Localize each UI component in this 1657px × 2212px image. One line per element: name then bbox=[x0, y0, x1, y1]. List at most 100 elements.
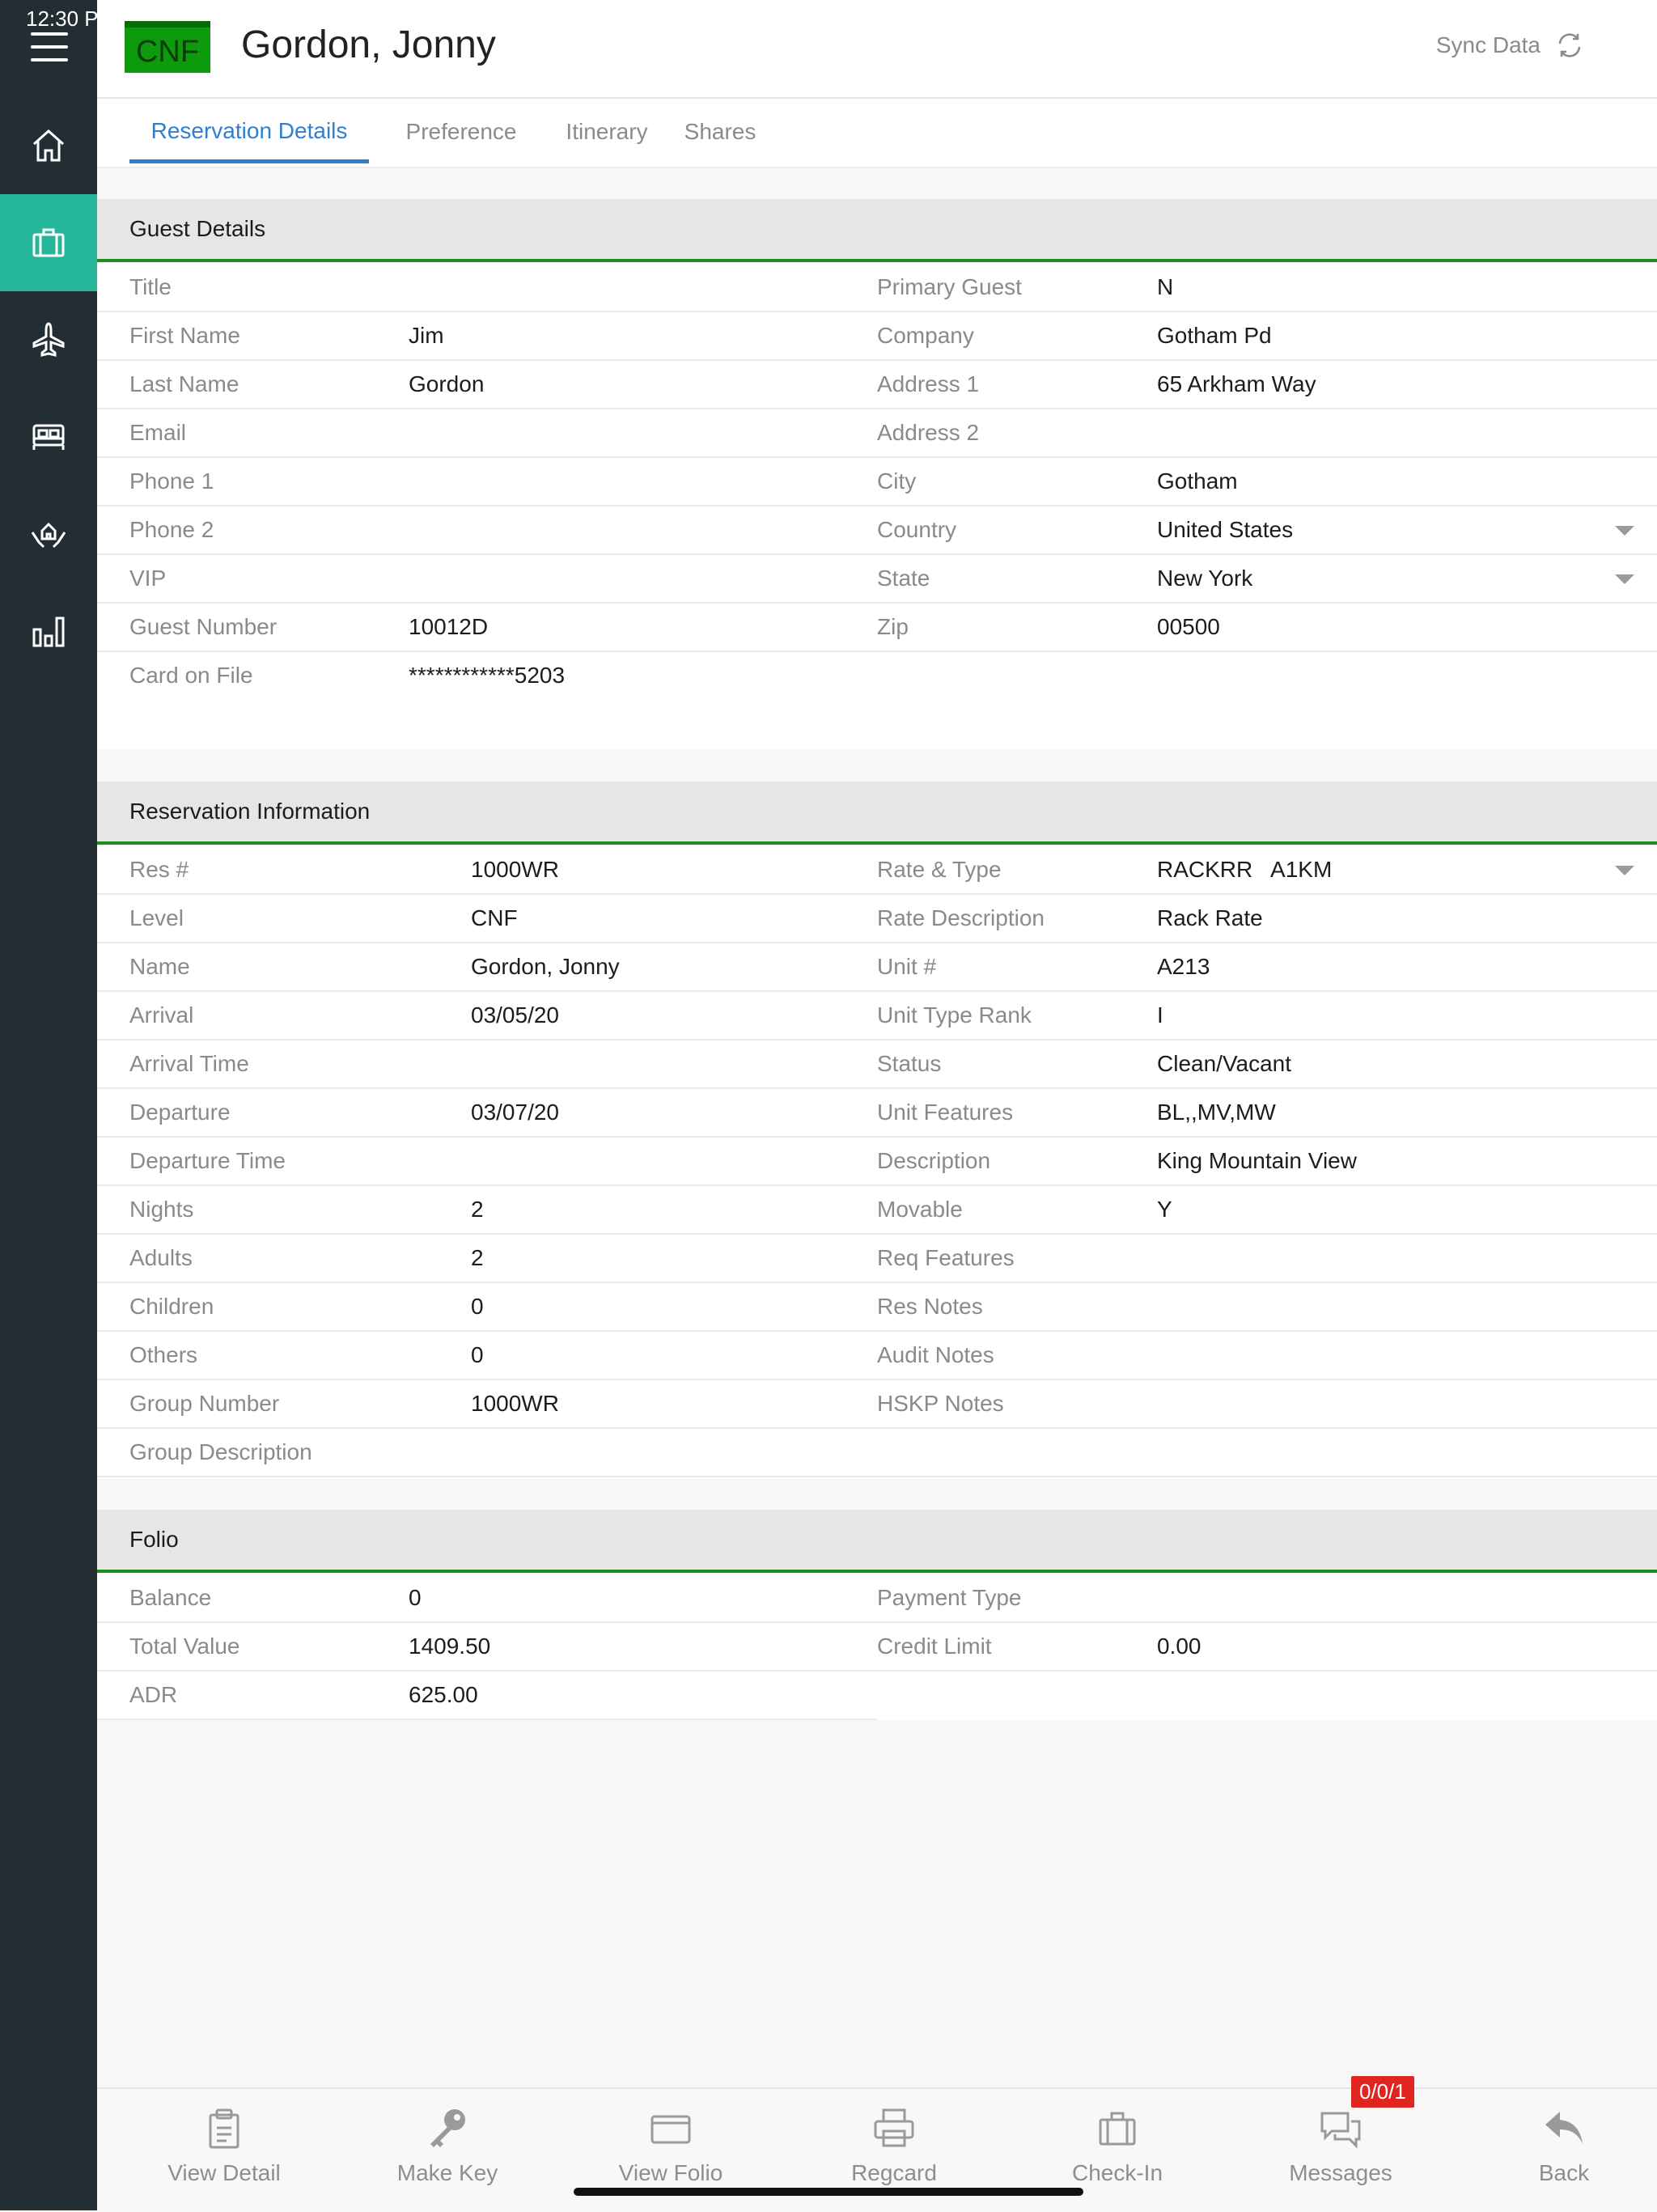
field-value: 00500 bbox=[1157, 614, 1220, 639]
field-value: 65 Arkham Way bbox=[1157, 371, 1316, 396]
field-value: A213 bbox=[1157, 954, 1210, 979]
sync-data-button[interactable]: Sync Data bbox=[1436, 31, 1584, 60]
back-button[interactable]: Back bbox=[1475, 2107, 1653, 2196]
field-row: Company Gotham Pd bbox=[877, 312, 1657, 361]
field-value: 625.00 bbox=[409, 1682, 478, 1707]
suitcase-icon bbox=[1099, 2112, 1136, 2146]
field-value: New York bbox=[1157, 566, 1253, 591]
field-label: City bbox=[877, 468, 917, 494]
field-value: 10012D bbox=[409, 614, 489, 639]
dropdown-caret-icon[interactable] bbox=[1615, 574, 1634, 584]
field-row: Phone 2 bbox=[97, 506, 877, 555]
make-key-button[interactable]: Make Key bbox=[358, 2107, 536, 2196]
field-row: Guest Number 10012D bbox=[97, 604, 877, 652]
view-detail-button[interactable]: View Detail bbox=[135, 2107, 313, 2196]
check-in-button[interactable]: Check-In bbox=[1028, 2107, 1206, 2196]
back-label: Back bbox=[1538, 2160, 1590, 2185]
field-value: Gotham bbox=[1157, 468, 1238, 494]
field-row: Children 0 bbox=[97, 1283, 877, 1332]
field-value: Gordon, Jonny bbox=[471, 954, 620, 979]
rate-type-select[interactable]: Rate & Type RACKRR A1KM bbox=[877, 846, 1657, 895]
state-select[interactable]: State New York bbox=[877, 555, 1657, 604]
menu-icon[interactable] bbox=[31, 32, 68, 65]
field-row: Others 0 bbox=[97, 1332, 877, 1380]
field-label: Title bbox=[129, 274, 172, 299]
home-indicator[interactable] bbox=[574, 2188, 1083, 2196]
field-label: Others bbox=[129, 1342, 198, 1367]
nav-home[interactable] bbox=[0, 97, 97, 194]
field-row: Primary Guest N bbox=[877, 264, 1657, 312]
field-row: Res # 1000WR bbox=[97, 846, 877, 895]
field-label: Card on File bbox=[129, 663, 253, 688]
field-label: Guest Number bbox=[129, 614, 278, 639]
field-row: Level CNF bbox=[97, 895, 877, 943]
field-value: 1409.50 bbox=[409, 1634, 491, 1659]
field-label: Unit # bbox=[877, 954, 937, 979]
field-value: 2 bbox=[471, 1245, 484, 1270]
field-value: Gordon bbox=[409, 371, 485, 396]
field-label: Movable bbox=[877, 1197, 963, 1222]
bed-icon bbox=[32, 424, 65, 450]
field-value: CNF bbox=[471, 905, 518, 930]
field-row: Credit Limit 0.00 bbox=[877, 1623, 1657, 1672]
field-value: 1000WR bbox=[471, 1391, 559, 1416]
reply-arrow-icon bbox=[1545, 2112, 1583, 2144]
field-label: Email bbox=[129, 420, 187, 445]
messages-button[interactable]: Messages bbox=[1252, 2107, 1430, 2196]
field-value: 0 bbox=[471, 1294, 484, 1319]
field-value: 0 bbox=[409, 1585, 422, 1610]
tab-itinerary[interactable]: Itinerary bbox=[534, 99, 680, 165]
field-row: Balance 0 bbox=[97, 1574, 877, 1623]
tab-reservation-details[interactable]: Reservation Details bbox=[129, 99, 369, 163]
view-folio-label: View Folio bbox=[618, 2160, 723, 2185]
field-row: Unit Type Rank I bbox=[877, 992, 1657, 1040]
nav-housekeeping[interactable] bbox=[0, 485, 97, 583]
nav-rooms[interactable] bbox=[0, 388, 97, 485]
guest-details-body: Title First Name Jim Last Name Gordon Emai… bbox=[97, 264, 1657, 749]
nav-flights[interactable] bbox=[0, 291, 97, 388]
field-label: Res # bbox=[129, 857, 189, 882]
field-row: Description King Mountain View bbox=[877, 1138, 1657, 1186]
field-row: VIP bbox=[97, 555, 877, 604]
field-row: Audit Notes bbox=[877, 1332, 1657, 1380]
field-row: City Gotham bbox=[877, 458, 1657, 506]
field-value: N bbox=[1157, 274, 1174, 299]
field-value: 03/05/20 bbox=[471, 1002, 559, 1028]
field-label: Status bbox=[877, 1051, 942, 1076]
field-row: Req Features bbox=[877, 1235, 1657, 1283]
folio-body: Balance 0 Total Value 1409.50 ADR 625.00 Pa… bbox=[97, 1574, 1657, 1720]
field-label: Req Features bbox=[877, 1245, 1015, 1270]
field-label: Nights bbox=[129, 1197, 194, 1222]
view-detail-label: View Detail bbox=[167, 2160, 281, 2185]
field-row: Address 2 bbox=[877, 409, 1657, 458]
field-label: Res Notes bbox=[877, 1294, 983, 1319]
clipboard-icon bbox=[209, 2108, 239, 2149]
field-value: 0.00 bbox=[1157, 1634, 1201, 1659]
field-row: Address 1 65 Arkham Way bbox=[877, 361, 1657, 409]
field-row: Unit # A213 bbox=[877, 943, 1657, 992]
country-select[interactable]: Country United States bbox=[877, 506, 1657, 555]
field-row: Phone 1 bbox=[97, 458, 877, 506]
dropdown-caret-icon[interactable] bbox=[1615, 526, 1634, 536]
view-folio-button[interactable]: View Folio bbox=[582, 2107, 760, 2196]
field-label: Company bbox=[877, 323, 974, 348]
field-label: Arrival Time bbox=[129, 1051, 249, 1076]
field-value: BL,,MV,MW bbox=[1157, 1100, 1276, 1125]
field-label: Rate & Type bbox=[877, 857, 1002, 882]
tab-shares[interactable]: Shares bbox=[663, 99, 777, 165]
field-label: Departure bbox=[129, 1100, 231, 1125]
nav-reports[interactable] bbox=[0, 583, 97, 680]
nav-reservations[interactable] bbox=[0, 194, 97, 291]
dropdown-caret-icon[interactable] bbox=[1615, 866, 1634, 875]
field-label: HSKP Notes bbox=[877, 1391, 1004, 1416]
hands-house-icon bbox=[31, 522, 66, 549]
field-row: Name Gordon, Jonny bbox=[97, 943, 877, 992]
tab-preference[interactable]: Preference bbox=[380, 99, 542, 165]
card-icon bbox=[651, 2115, 691, 2144]
page-title: Gordon, Jonny bbox=[241, 23, 496, 66]
field-label: Phone 2 bbox=[129, 517, 214, 542]
field-value: 1000WR bbox=[471, 857, 559, 882]
bar-chart-icon bbox=[32, 617, 65, 647]
field-row: Title bbox=[97, 264, 877, 312]
regcard-button[interactable]: Regcard bbox=[805, 2107, 983, 2196]
